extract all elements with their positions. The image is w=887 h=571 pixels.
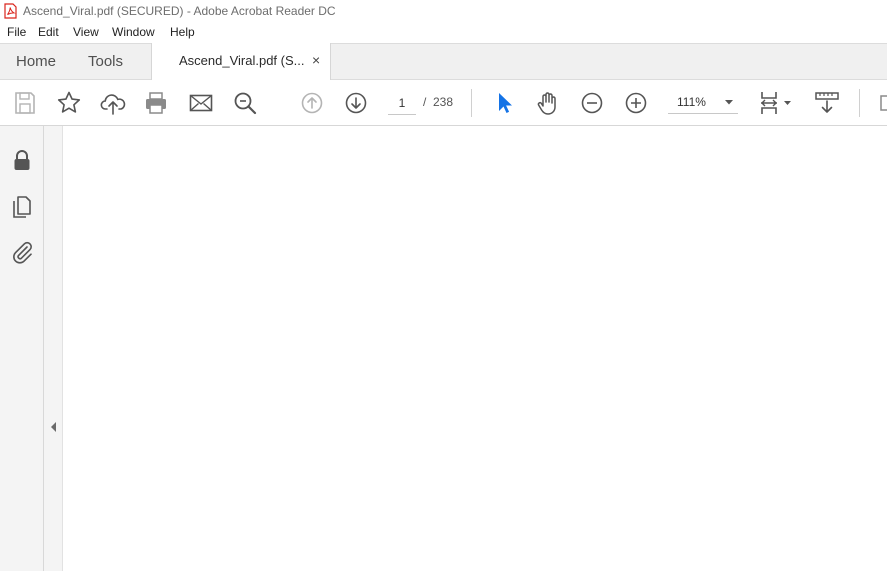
upload-button[interactable]	[100, 90, 126, 116]
next-page-icon	[345, 92, 367, 114]
collapse-left-arrow-icon[interactable]	[49, 420, 57, 434]
menu-edit[interactable]: Edit	[38, 25, 59, 39]
close-tab-icon[interactable]: ×	[312, 52, 320, 68]
prev-page-icon	[301, 92, 323, 114]
zoom-in-button[interactable]	[623, 90, 649, 116]
next-page-button[interactable]	[343, 90, 369, 116]
select-tool-button[interactable]	[492, 90, 518, 116]
page-number-input[interactable]	[388, 92, 416, 115]
scroll-mode-icon	[815, 92, 839, 113]
hand-tool-button[interactable]	[535, 90, 561, 116]
security-lock-icon	[14, 150, 30, 170]
bookmark-button[interactable]	[56, 90, 82, 116]
tab-home[interactable]: Home	[16, 53, 56, 70]
zoom-value: 111%	[677, 95, 706, 109]
email-button[interactable]	[188, 90, 214, 116]
bookmark-star-icon	[57, 91, 81, 113]
find-button[interactable]	[232, 90, 258, 116]
zoom-dropdown[interactable]: 111%	[668, 92, 738, 114]
chevron-down-icon	[725, 100, 733, 105]
document-view[interactable]	[63, 126, 887, 571]
page-total: 238	[433, 95, 454, 109]
acrobat-pdf-icon	[4, 3, 17, 19]
toolbar: / 238 111%	[0, 80, 887, 126]
comment-icon	[880, 95, 887, 111]
select-cursor-icon	[499, 93, 512, 113]
zoom-out-icon	[581, 92, 603, 114]
scroll-mode-button[interactable]	[814, 90, 840, 116]
page-fit-button[interactable]	[758, 90, 794, 116]
left-nav-panel	[0, 126, 44, 571]
attachments-button[interactable]	[10, 240, 34, 264]
find-zoom-icon	[234, 92, 257, 115]
menu-bar: File Edit View Window Help	[0, 23, 887, 43]
toolbar-divider-2	[859, 89, 860, 117]
document-tab-label: Ascend_Viral.pdf (S...	[179, 53, 305, 68]
menu-help[interactable]: Help	[170, 25, 195, 39]
tab-bar: Home Tools Ascend_Viral.pdf (S... ×	[0, 43, 887, 80]
hand-icon	[537, 92, 556, 115]
tab-document[interactable]: Ascend_Viral.pdf (S... ×	[151, 43, 331, 80]
pages-button[interactable]	[10, 195, 34, 219]
window-title: Ascend_Viral.pdf (SECURED) - Adobe Acrob…	[23, 4, 336, 18]
menu-view[interactable]: View	[73, 25, 99, 39]
print-button[interactable]	[143, 90, 169, 116]
save-button[interactable]	[12, 90, 38, 116]
prev-page-button[interactable]	[299, 90, 325, 116]
title-bar: Ascend_Viral.pdf (SECURED) - Adobe Acrob…	[0, 0, 887, 23]
upload-cloud-icon	[100, 94, 126, 115]
toolbar-divider	[471, 89, 472, 117]
page-fit-icon	[761, 92, 791, 114]
print-icon	[146, 92, 166, 114]
menu-file[interactable]: File	[7, 25, 26, 39]
zoom-out-button[interactable]	[579, 90, 605, 116]
security-button[interactable]	[10, 148, 34, 172]
menu-window[interactable]: Window	[112, 25, 155, 39]
email-icon	[189, 94, 213, 112]
attachments-icon	[13, 241, 32, 264]
save-icon	[15, 92, 35, 114]
zoom-in-icon	[625, 92, 647, 114]
pages-icon	[13, 196, 31, 218]
more-tools-button[interactable]	[878, 90, 887, 116]
tab-tools[interactable]: Tools	[88, 53, 123, 70]
page-separator: /	[423, 95, 427, 109]
panel-collapse-strip[interactable]	[44, 126, 63, 571]
